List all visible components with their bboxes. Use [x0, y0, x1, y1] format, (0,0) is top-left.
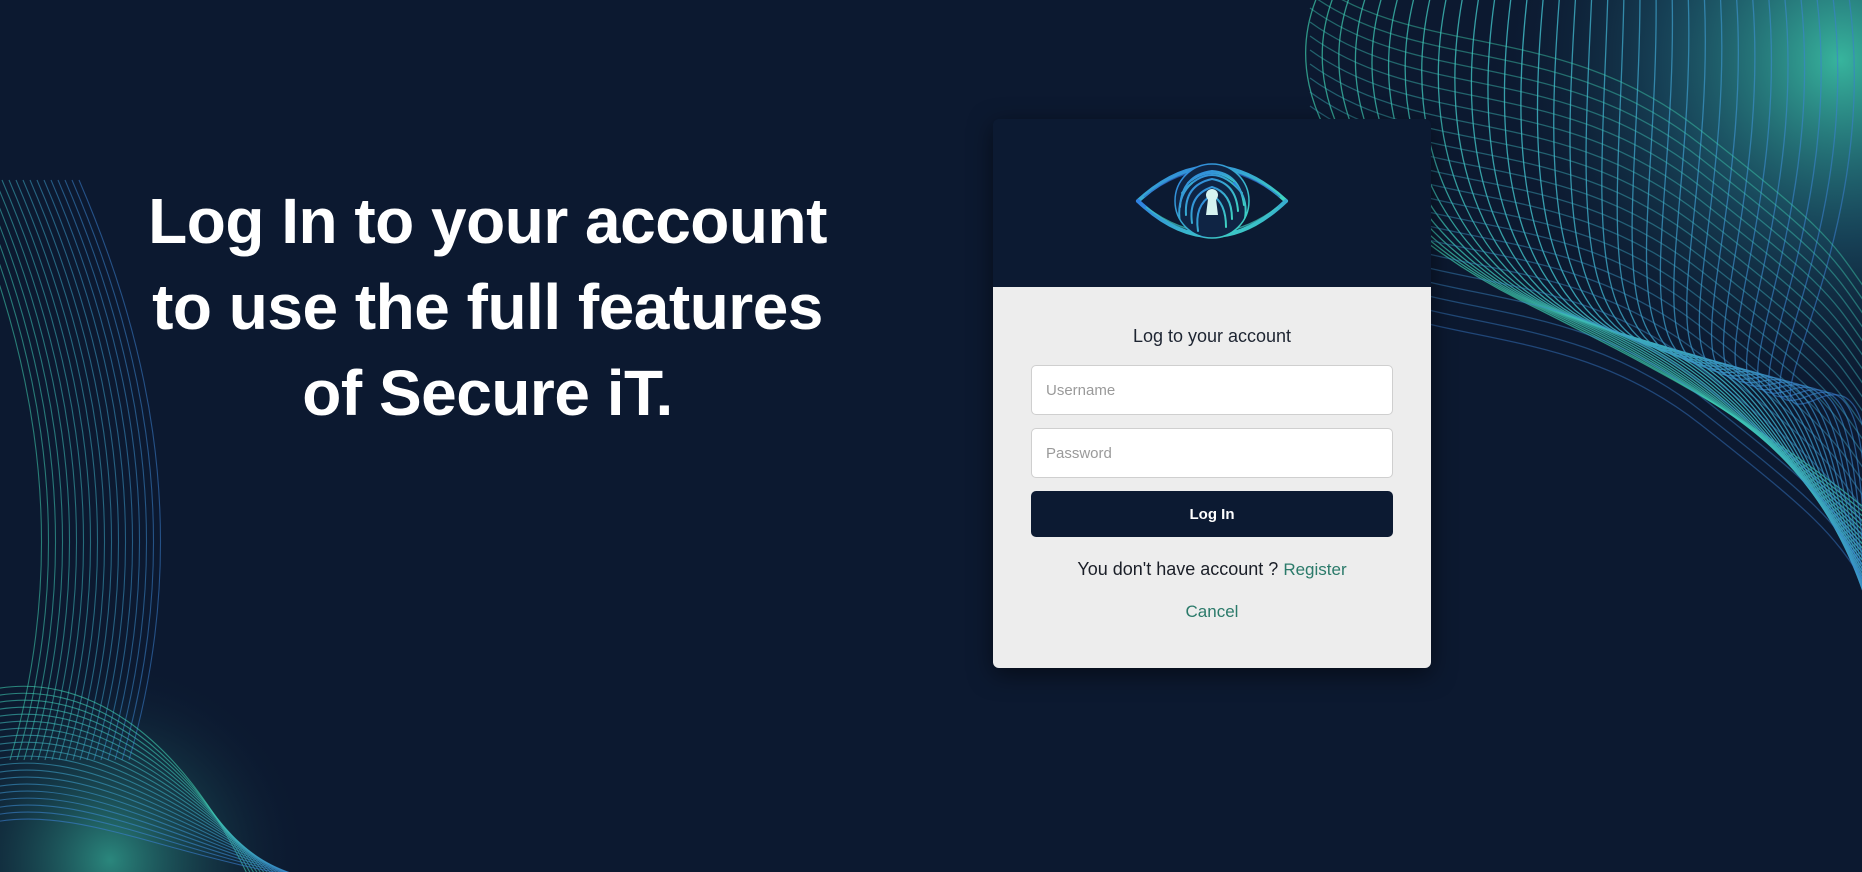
eye-fingerprint-keyhole-icon: [1136, 163, 1288, 239]
cancel-link[interactable]: Cancel: [1186, 602, 1239, 621]
hero-line-1: Log In to your account: [148, 185, 827, 257]
register-prompt: You don't have account ?: [1077, 559, 1284, 579]
login-card-title: Log to your account: [1132, 326, 1292, 346]
login-card: Log to your account Log In You don't hav…: [993, 119, 1431, 668]
background-wave-pattern: [0, 0, 1862, 872]
login-page: Log In to your account to use the full f…: [0, 0, 1862, 872]
username-input[interactable]: [1031, 365, 1393, 415]
login-card-header: [993, 119, 1431, 287]
password-input[interactable]: [1031, 428, 1393, 478]
cancel-row: Cancel: [1031, 601, 1393, 623]
login-button[interactable]: Log In: [1031, 491, 1393, 537]
login-card-body: Log to your account Log In You don't hav…: [993, 287, 1431, 668]
hero-line-2: to use the full features: [152, 271, 823, 343]
register-link[interactable]: Register: [1283, 560, 1346, 579]
hero-line-3: of Secure iT.: [302, 357, 673, 429]
register-row: You don't have account ? Register: [1031, 557, 1393, 582]
hero-headline: Log In to your account to use the full f…: [120, 178, 855, 436]
